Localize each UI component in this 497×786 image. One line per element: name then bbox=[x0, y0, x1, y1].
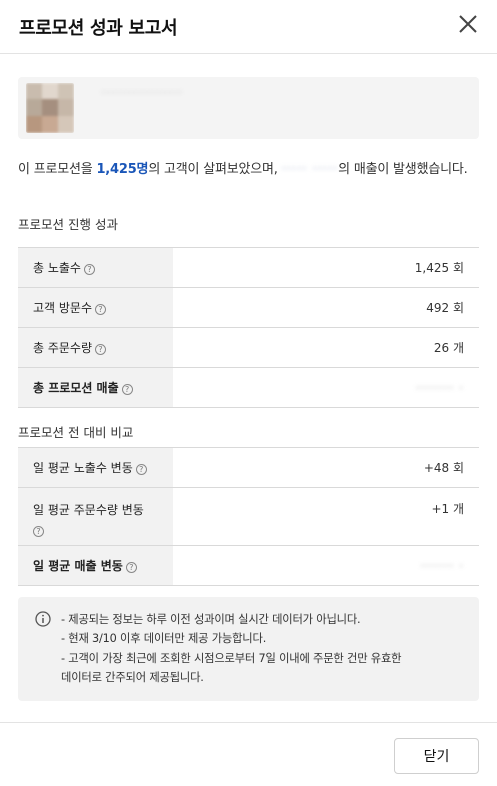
row-value: 26 개 bbox=[433, 341, 464, 355]
table-row: 총 노출수? 1,425 회 bbox=[18, 248, 479, 288]
help-icon[interactable]: ? bbox=[135, 464, 147, 475]
visitor-count: 1,425명 bbox=[96, 162, 149, 177]
notice-line: 데이터로 간주되어 제공됩니다. bbox=[61, 670, 204, 684]
row-label: 고객 방문수? bbox=[18, 288, 173, 327]
comparison-section-title: 프로모션 전 대비 비교 bbox=[18, 425, 134, 440]
footer-divider bbox=[0, 722, 497, 723]
help-icon[interactable]: ? bbox=[33, 526, 44, 537]
summary-middle: 의 고객이 살펴보았으며, bbox=[148, 162, 282, 177]
product-thumbnail bbox=[26, 83, 74, 133]
product-name: ················ bbox=[101, 86, 184, 101]
blurred-value: ········ · bbox=[415, 381, 464, 395]
notice-line: - 고객이 가장 최근에 조회한 시점으로부터 7일 이내에 주문한 건만 유효… bbox=[61, 651, 402, 665]
summary-prefix: 이 프로모션을 bbox=[18, 162, 97, 177]
notice-line: - 현재 3/10 이후 데이터만 제공 가능합니다. bbox=[61, 632, 267, 646]
close-button[interactable]: 닫기 bbox=[394, 738, 479, 774]
table-row: 일 평균 매출 변동? ······· · bbox=[18, 546, 479, 586]
modal-title: 프로모션 성과 보고서 bbox=[19, 18, 178, 39]
performance-table: 총 노출수? 1,425 회 고객 방문수? 492 회 총 주문수량? 26 … bbox=[18, 247, 479, 408]
table-row: 일 평균 노출수 변동? +48 회 bbox=[18, 448, 479, 488]
blurred-value: ······· · bbox=[420, 559, 464, 573]
row-label: 총 프로모션 매출? bbox=[18, 368, 173, 407]
notice-text: - 제공되는 정보는 하루 이전 성과이며 실시간 데이터가 아닙니다. - 현… bbox=[61, 610, 471, 687]
notice-line: - 제공되는 정보는 하루 이전 성과이며 실시간 데이터가 아닙니다. bbox=[61, 613, 361, 626]
row-value: 492 회 bbox=[426, 301, 464, 315]
help-icon[interactable]: ? bbox=[125, 562, 137, 573]
help-icon[interactable]: ? bbox=[83, 264, 95, 275]
row-value: +1 개 bbox=[431, 502, 464, 516]
close-icon[interactable] bbox=[455, 11, 481, 37]
row-value: 1,425 회 bbox=[414, 261, 464, 275]
sales-amount-blurred: ····· ····· bbox=[281, 162, 339, 177]
row-label: 일 평균 노출수 변동? bbox=[18, 448, 173, 487]
info-circle-icon bbox=[35, 611, 51, 627]
table-row: 고객 방문수? 492 회 bbox=[18, 288, 479, 328]
row-label: 총 주문수량? bbox=[18, 328, 173, 367]
summary-text: 이 프로모션을 1,425명의 고객이 살펴보았으며, ····· ·····의… bbox=[18, 160, 480, 179]
help-icon[interactable]: ? bbox=[95, 304, 107, 315]
help-icon[interactable]: ? bbox=[121, 384, 133, 395]
row-value: +48 회 bbox=[423, 461, 464, 475]
comparison-table: 일 평균 노출수 변동? +48 회 일 평균 주문수량 변동? +1 개 일 … bbox=[18, 447, 479, 586]
row-label: 일 평균 주문수량 변동? bbox=[18, 488, 173, 545]
row-value: ········ · bbox=[173, 368, 479, 407]
row-label: 일 평균 매출 변동? bbox=[18, 546, 173, 585]
performance-section-title: 프로모션 진행 성과 bbox=[18, 217, 118, 232]
summary-suffix: 의 매출이 발생했습니다. bbox=[338, 162, 468, 177]
table-row: 총 주문수량? 26 개 bbox=[18, 328, 479, 368]
row-label: 총 노출수? bbox=[18, 248, 173, 287]
row-value: ······· · bbox=[173, 546, 479, 585]
modal-header: 프로모션 성과 보고서 bbox=[0, 0, 497, 54]
table-row: 일 평균 주문수량 변동? +1 개 bbox=[18, 488, 479, 546]
notice-box: - 제공되는 정보는 하루 이전 성과이며 실시간 데이터가 아닙니다. - 현… bbox=[18, 597, 479, 701]
product-card: ················ bbox=[18, 77, 479, 139]
table-row: 총 프로모션 매출? ········ · bbox=[18, 368, 479, 408]
help-icon[interactable]: ? bbox=[95, 344, 107, 355]
